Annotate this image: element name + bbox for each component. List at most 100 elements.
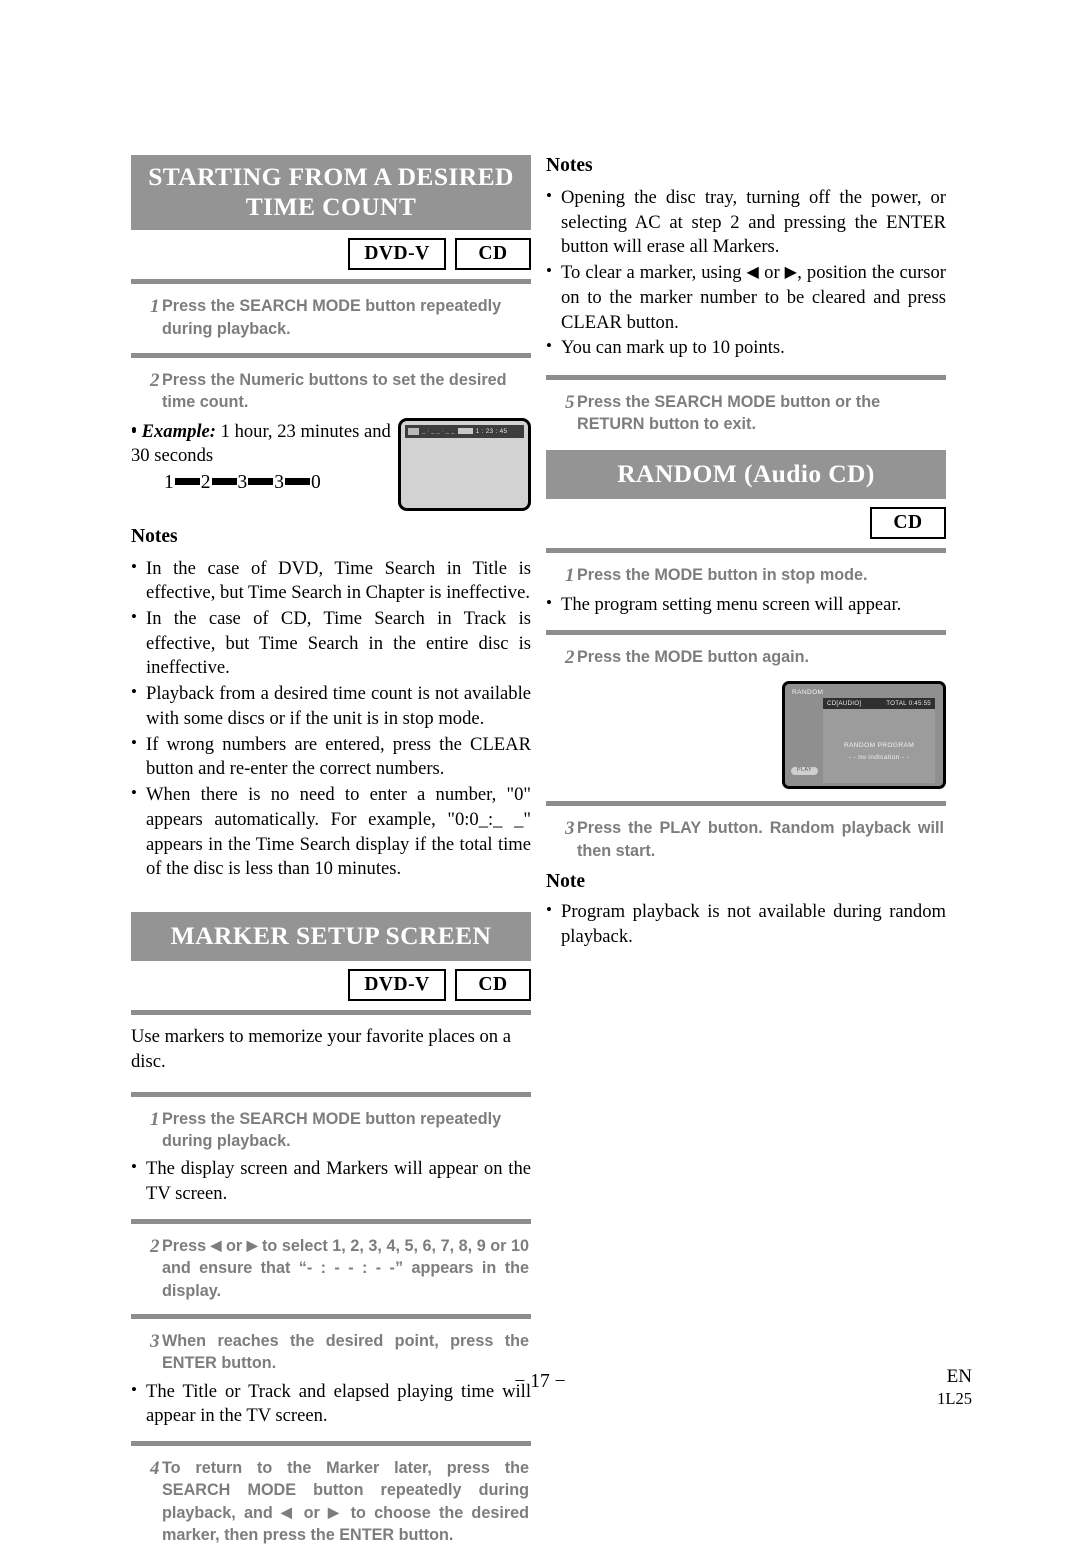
language-code: EN xyxy=(946,1366,972,1387)
random-program-label: RANDOM PROGRAM xyxy=(843,742,915,750)
step-marker-5: 5 Press the SEARCH MODE button or the RE… xyxy=(546,391,946,436)
arrow-left-icon: ◀ xyxy=(746,264,760,282)
notes-list-marker: Opening the disc tray, turning off the p… xyxy=(546,185,946,361)
divider xyxy=(131,1091,531,1097)
note-item-clear-marker: To clear a marker, using ◀ or ▶, positio… xyxy=(546,260,946,335)
left-column: STARTING FROM A DESIRED TIME COUNT DVD-V… xyxy=(131,155,531,1547)
divider xyxy=(131,1313,531,1319)
step-number: 3 xyxy=(565,818,575,840)
section-title-time-count: STARTING FROM A DESIRED TIME COUNT xyxy=(131,155,531,230)
arrow-left-icon: ◀ xyxy=(280,1503,296,1520)
note-item: If wrong numbers are entered, press the … xyxy=(131,732,531,782)
section-title-line2: TIME COUNT xyxy=(245,191,417,221)
digit-4: 3 xyxy=(274,472,284,494)
step-marker-1: 1 Press the SEARCH MODE button repeatedl… xyxy=(131,1108,531,1153)
note-heading-random: Note xyxy=(546,871,585,893)
arrow-left-icon: ◀ xyxy=(210,1236,222,1253)
note-text-part: or xyxy=(759,262,785,284)
badge-cd: CD xyxy=(870,506,946,540)
step-time-count-1: 1 Press the SEARCH MODE button repeatedl… xyxy=(131,295,531,340)
step-text: When reaches the desired point, press th… xyxy=(162,1331,529,1373)
disc-badges-time-count: DVD-V CD xyxy=(131,237,531,271)
step-text-part: Press xyxy=(162,1236,211,1255)
document-code: 1L25 xyxy=(937,1388,972,1408)
step-text: Press the MODE button again. xyxy=(577,647,810,666)
sequence-bar-icon xyxy=(248,478,274,486)
digit-5: 0 xyxy=(311,472,321,494)
step-number: 1 xyxy=(150,1108,160,1130)
step-text: Press ◀ or ▶ to select 1, 2, 3, 4, 5, 6,… xyxy=(162,1235,531,1302)
digit-1: 1 xyxy=(164,472,174,494)
step-number: 3 xyxy=(150,1330,160,1352)
section-title-random: RANDOM (Audio CD) xyxy=(546,449,946,499)
section-title-marker-setup: MARKER SETUP SCREEN xyxy=(131,911,531,961)
play-status-badge: PLAY xyxy=(791,766,818,776)
step-marker-2: 2 Press ◀ or ▶ to select 1, 2, 3, 4, 5, … xyxy=(131,1235,531,1302)
random-screen-illustration: RANDOM CD[AUDIO] TOTAL 0:45:55 RANDOM PR… xyxy=(546,681,946,790)
tv-screen-random: RANDOM CD[AUDIO] TOTAL 0:45:55 RANDOM PR… xyxy=(782,681,946,790)
footer-codes: EN 1L25 xyxy=(937,1365,972,1409)
step-random-1: 1 Press the MODE button in stop mode. xyxy=(546,564,946,588)
random-total-time: TOTAL 0:45:55 xyxy=(886,700,931,708)
step-text: Press the SEARCH MODE button repeatedly … xyxy=(162,1109,502,1151)
step-marker-3: 3 When reaches the desired point, press … xyxy=(131,1330,531,1375)
step-time-count-2: 2 Press the Numeric buttons to set the d… xyxy=(131,369,531,414)
digit-3: 3 xyxy=(237,472,248,494)
arrow-right-icon: ▶ xyxy=(784,264,798,282)
step-number: 4 xyxy=(150,1458,160,1480)
divider xyxy=(546,548,946,554)
right-column: Notes Opening the disc tray, turning off… xyxy=(546,155,946,949)
disc-badges-random: CD xyxy=(546,506,946,540)
marker-intro-text: Use markers to memorize your favorite pl… xyxy=(131,1026,511,1072)
notes-heading-time-count: Notes xyxy=(131,525,178,547)
badge-dvd-v: DVD-V xyxy=(348,237,446,271)
divider xyxy=(131,352,531,358)
divider xyxy=(131,1010,531,1016)
manual-page: STARTING FROM A DESIRED TIME COUNT DVD-V… xyxy=(0,0,1080,1544)
step-number: 1 xyxy=(150,296,160,318)
notes-list-time-count: In the case of DVD, Time Search in Title… xyxy=(131,556,531,882)
badge-cd: CD xyxy=(455,237,531,271)
step-text: Press the Numeric buttons to set the des… xyxy=(162,370,507,412)
divider xyxy=(131,279,531,285)
divider xyxy=(546,375,946,381)
step-text: Press the PLAY button. Random playback w… xyxy=(577,819,944,860)
step-number: 1 xyxy=(565,565,575,587)
digit-2: 2 xyxy=(200,472,211,494)
section-random-audio-cd: RANDOM (Audio CD) CD 1 Press the MODE bu… xyxy=(546,449,946,950)
random-screen-topbar: CD[AUDIO] TOTAL 0:45:55 xyxy=(823,698,935,710)
note-item: When there is no need to enter a number,… xyxy=(131,782,531,882)
divider xyxy=(131,1441,531,1447)
example-text: • Example: 1 hour, 23 minutes and 30 sec… xyxy=(131,420,393,469)
osd-mode-icon xyxy=(457,428,473,435)
osd-bar: _ : _ _ : _ _ 1 : 23 : 45 xyxy=(405,424,524,438)
marker-step1-note: The display screen and Markers will appe… xyxy=(131,1156,531,1206)
random-note-item: Program playback is not available during… xyxy=(546,899,946,949)
osd-time: 1 : 23 : 45 xyxy=(475,427,508,435)
random-screen-center: RANDOM PROGRAM - - no indication - - xyxy=(823,740,935,763)
disc-badges-marker-setup: DVD-V CD xyxy=(131,968,531,1002)
arrow-right-icon: ▶ xyxy=(327,1503,343,1520)
step-text: Press the SEARCH MODE button repeatedly … xyxy=(162,297,502,338)
random-step1-note: The program setting menu screen will app… xyxy=(546,592,946,618)
sequence-bar-icon xyxy=(285,478,310,486)
step-random-2: 2 Press the MODE button again. xyxy=(546,646,946,670)
page-number: − 17 − xyxy=(514,1371,566,1392)
example-label: Example: xyxy=(141,420,216,442)
badge-cd: CD xyxy=(455,968,531,1002)
note-text-part: To clear a marker, using xyxy=(561,262,747,284)
osd-dashes: _ : _ _ : _ _ xyxy=(422,428,455,435)
step-text-part: or xyxy=(221,1236,247,1255)
step-number: 2 xyxy=(565,646,575,668)
tv-screen-time-search: _ : _ _ : _ _ 1 : 23 : 45 xyxy=(398,417,531,511)
random-no-indication-label: - - no indication - - xyxy=(848,753,910,761)
note-item: In the case of DVD, Time Search in Title… xyxy=(131,556,531,606)
notes-heading-marker: Notes xyxy=(546,155,593,176)
section-marker-setup-screen: MARKER SETUP SCREEN DVD-V CD Use markers… xyxy=(131,911,531,1547)
step-text: To return to the Marker later, press the… xyxy=(162,1457,531,1546)
step-number: 2 xyxy=(150,1235,160,1257)
disc-type-icon xyxy=(408,427,419,435)
note-item: You can mark up to 10 points. xyxy=(546,335,946,361)
note-item: Playback from a desired time count is no… xyxy=(131,681,531,731)
random-screen-title: RANDOM xyxy=(792,689,824,697)
